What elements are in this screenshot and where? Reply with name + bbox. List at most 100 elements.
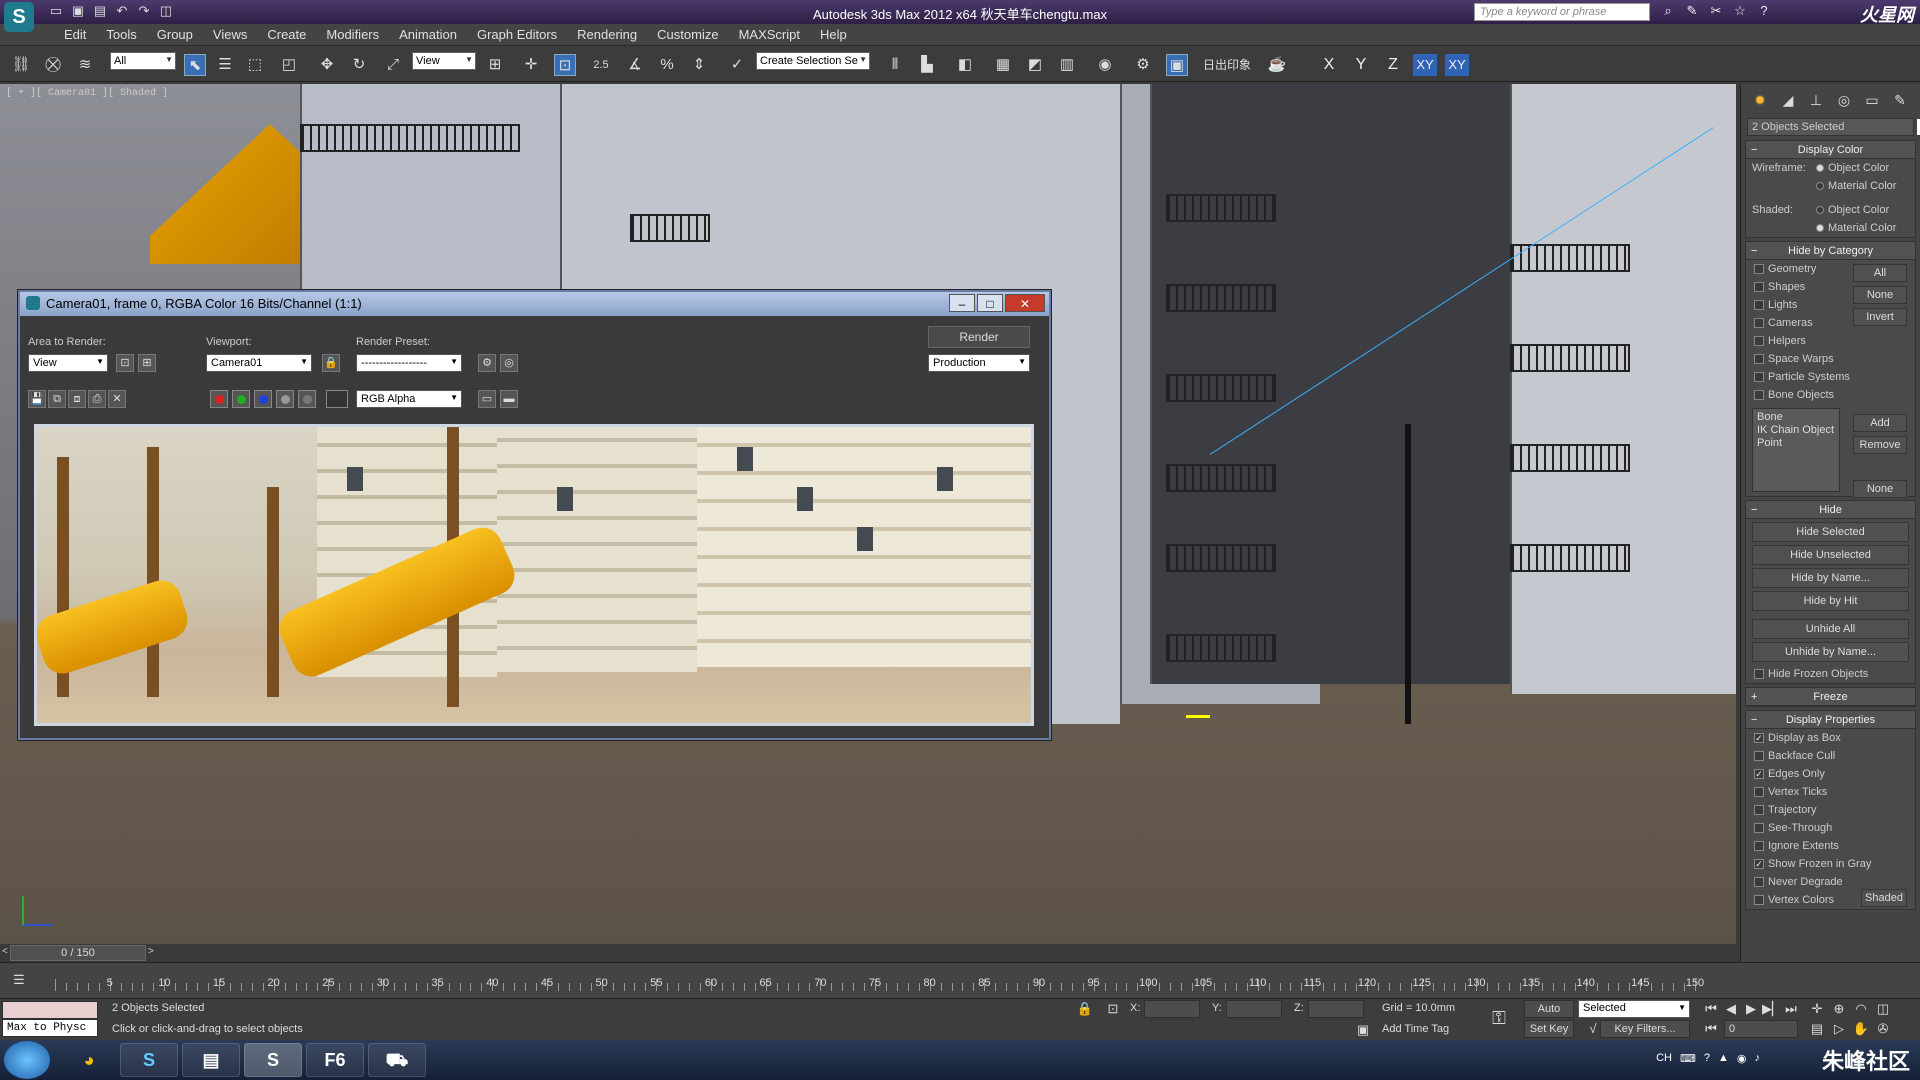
snaps-toggle-icon[interactable]: 2.5	[590, 54, 612, 76]
spinner-snap-icon[interactable]: ⇕	[688, 54, 710, 76]
none-button[interactable]: None	[1853, 286, 1907, 304]
mirror-icon[interactable]: ⫴	[884, 54, 906, 76]
application-menu-button[interactable]: S	[4, 2, 34, 32]
checkbox[interactable]	[1754, 877, 1764, 887]
file-explorer-icon[interactable]: ▤	[182, 1043, 240, 1077]
photo-app-icon[interactable]: ◕	[60, 1043, 118, 1077]
checkbox[interactable]	[1754, 264, 1764, 274]
select-manipulate-icon[interactable]: ✛	[520, 54, 542, 76]
print-image-icon[interactable]: ⎙	[88, 390, 106, 408]
edit-region-icon[interactable]: ⊡	[116, 354, 134, 372]
hide-by-hit-button[interactable]: Hide by Hit	[1752, 591, 1909, 611]
edit-named-selection-icon[interactable]: ✓	[726, 54, 748, 76]
save-file-icon[interactable]: ▤	[92, 3, 108, 19]
checkbox[interactable]: ✓	[1754, 859, 1764, 869]
checkbox[interactable]	[1754, 841, 1764, 851]
motion-tab-icon[interactable]: ◎	[1833, 90, 1855, 110]
previous-frame-icon[interactable]: ◀	[1722, 1000, 1740, 1018]
production-dropdown[interactable]: Production	[928, 354, 1030, 372]
axis-xy-cycle-button[interactable]: XY	[1445, 54, 1469, 76]
display-property-row[interactable]: ✓ Edges Only	[1746, 765, 1915, 783]
select-object-icon[interactable]: ⬉	[184, 54, 206, 76]
angle-snap-icon[interactable]: ∡	[624, 54, 646, 76]
render-button[interactable]: Render	[928, 326, 1030, 348]
close-button[interactable]: ✕	[1005, 294, 1045, 312]
category-listbox[interactable]: Bone IK Chain Object Point	[1752, 408, 1840, 492]
menu-customize[interactable]: Customize	[647, 27, 728, 42]
all-button[interactable]: All	[1853, 264, 1907, 282]
security-icon[interactable]: ◉	[1737, 1052, 1747, 1065]
menu-maxscript[interactable]: MAXScript	[729, 27, 810, 42]
reference-coordinate-dropdown[interactable]: View	[412, 52, 476, 70]
default-tangent-icon[interactable]: √	[1584, 1020, 1602, 1038]
set-key-button[interactable]: Set Key	[1524, 1020, 1574, 1038]
time-slider[interactable]: < 0 / 150 >	[0, 944, 1736, 962]
remove-button[interactable]: Remove	[1853, 436, 1907, 454]
shaded-button[interactable]: Shaded	[1861, 889, 1907, 907]
open-mini-curve-editor-icon[interactable]: ☰	[10, 971, 28, 989]
checkbox[interactable]	[1754, 318, 1764, 328]
game-app-icon[interactable]: ⛟	[368, 1043, 426, 1077]
orbit-icon[interactable]: ✇	[1874, 1020, 1892, 1038]
set-key-mode-icon[interactable]: ⚿	[1490, 1009, 1508, 1027]
next-frame-arrow-icon[interactable]: >	[148, 946, 154, 957]
list-item[interactable]: Point	[1757, 437, 1835, 450]
key-filters-button[interactable]: Key Filters...	[1600, 1020, 1690, 1038]
percent-snap-icon[interactable]: %	[656, 54, 678, 76]
render-setup-icon[interactable]: ⚙	[1132, 54, 1154, 76]
select-by-name-icon[interactable]: ☰	[214, 54, 236, 76]
menu-edit[interactable]: Edit	[54, 27, 96, 42]
unhide-by-name-button[interactable]: Unhide by Name...	[1752, 642, 1909, 662]
viewport-dropdown[interactable]: Camera01	[206, 354, 312, 372]
s-app-icon[interactable]: S	[120, 1043, 178, 1077]
undo-icon[interactable]: ↶	[114, 3, 130, 19]
checkbox[interactable]: ✓	[1754, 769, 1764, 779]
hierarchy-tab-icon[interactable]: ⊥	[1805, 90, 1827, 110]
utilities-tab-icon[interactable]: ✎	[1889, 90, 1911, 110]
open-file-icon[interactable]: ▣	[70, 3, 86, 19]
checkbox[interactable]	[1754, 336, 1764, 346]
checkbox[interactable]	[1754, 805, 1764, 815]
clone-window-icon[interactable]: ⧈	[68, 390, 86, 408]
display-properties-header[interactable]: − Display Properties	[1746, 711, 1915, 729]
display-property-row[interactable]: Vertex Ticks	[1746, 783, 1915, 801]
toggle-ui-icon[interactable]: ▬	[500, 390, 518, 408]
checkbox[interactable]	[1754, 669, 1764, 679]
shaded-object-color-radio[interactable]	[1816, 206, 1824, 214]
display-tab-icon[interactable]: ▭	[1861, 90, 1883, 110]
menu-tools[interactable]: Tools	[96, 27, 146, 42]
create-tab-icon[interactable]: ✹	[1749, 90, 1771, 110]
add-button[interactable]: Add	[1853, 414, 1907, 432]
selection-lock-icon[interactable]: 🔒	[1076, 1000, 1094, 1018]
select-and-link-icon[interactable]: ⛓	[10, 54, 32, 76]
checkbox[interactable]	[1754, 372, 1764, 382]
blue-channel-toggle[interactable]	[254, 390, 272, 408]
checkbox[interactable]	[1754, 282, 1764, 292]
window-crossing-icon[interactable]: ◰	[278, 54, 300, 76]
axis-x-button[interactable]: X	[1317, 54, 1341, 76]
wireframe-material-color-radio[interactable]	[1816, 182, 1824, 190]
redo-icon[interactable]: ↷	[136, 3, 152, 19]
invert-button[interactable]: Invert	[1853, 308, 1907, 326]
keyboard-icon[interactable]: ⌨	[1680, 1052, 1696, 1065]
volume-icon[interactable]: ♪	[1755, 1052, 1761, 1065]
menu-views[interactable]: Views	[203, 27, 257, 42]
display-color-header[interactable]: − Display Color	[1746, 141, 1915, 159]
category-helpers[interactable]: Helpers	[1746, 332, 1915, 350]
green-channel-toggle[interactable]	[232, 390, 250, 408]
wireframe-object-color-radio[interactable]	[1816, 164, 1824, 172]
checkbox[interactable]: ✓	[1754, 733, 1764, 743]
project-folder-icon[interactable]: ◫	[158, 3, 174, 19]
auto-region-icon[interactable]: ⊞	[138, 354, 156, 372]
network-icon[interactable]: ▲	[1718, 1052, 1729, 1065]
unlink-icon[interactable]: ⛒	[42, 54, 64, 76]
go-to-start-icon[interactable]: ⏮	[1702, 1000, 1720, 1018]
select-and-scale-icon[interactable]: ⤢	[382, 54, 404, 76]
hide-header[interactable]: − Hide	[1746, 501, 1915, 519]
list-item[interactable]: Bone	[1757, 411, 1835, 424]
time-configuration-icon[interactable]: ▤	[1808, 1020, 1826, 1038]
shaded-material-color-radio[interactable]	[1816, 224, 1824, 232]
display-property-row[interactable]: See-Through	[1746, 819, 1915, 837]
render-window-titlebar[interactable]: Camera01, frame 0, RGBA Color 16 Bits/Ch…	[20, 292, 1049, 316]
time-tag-icon[interactable]: ▣	[1354, 1021, 1372, 1039]
